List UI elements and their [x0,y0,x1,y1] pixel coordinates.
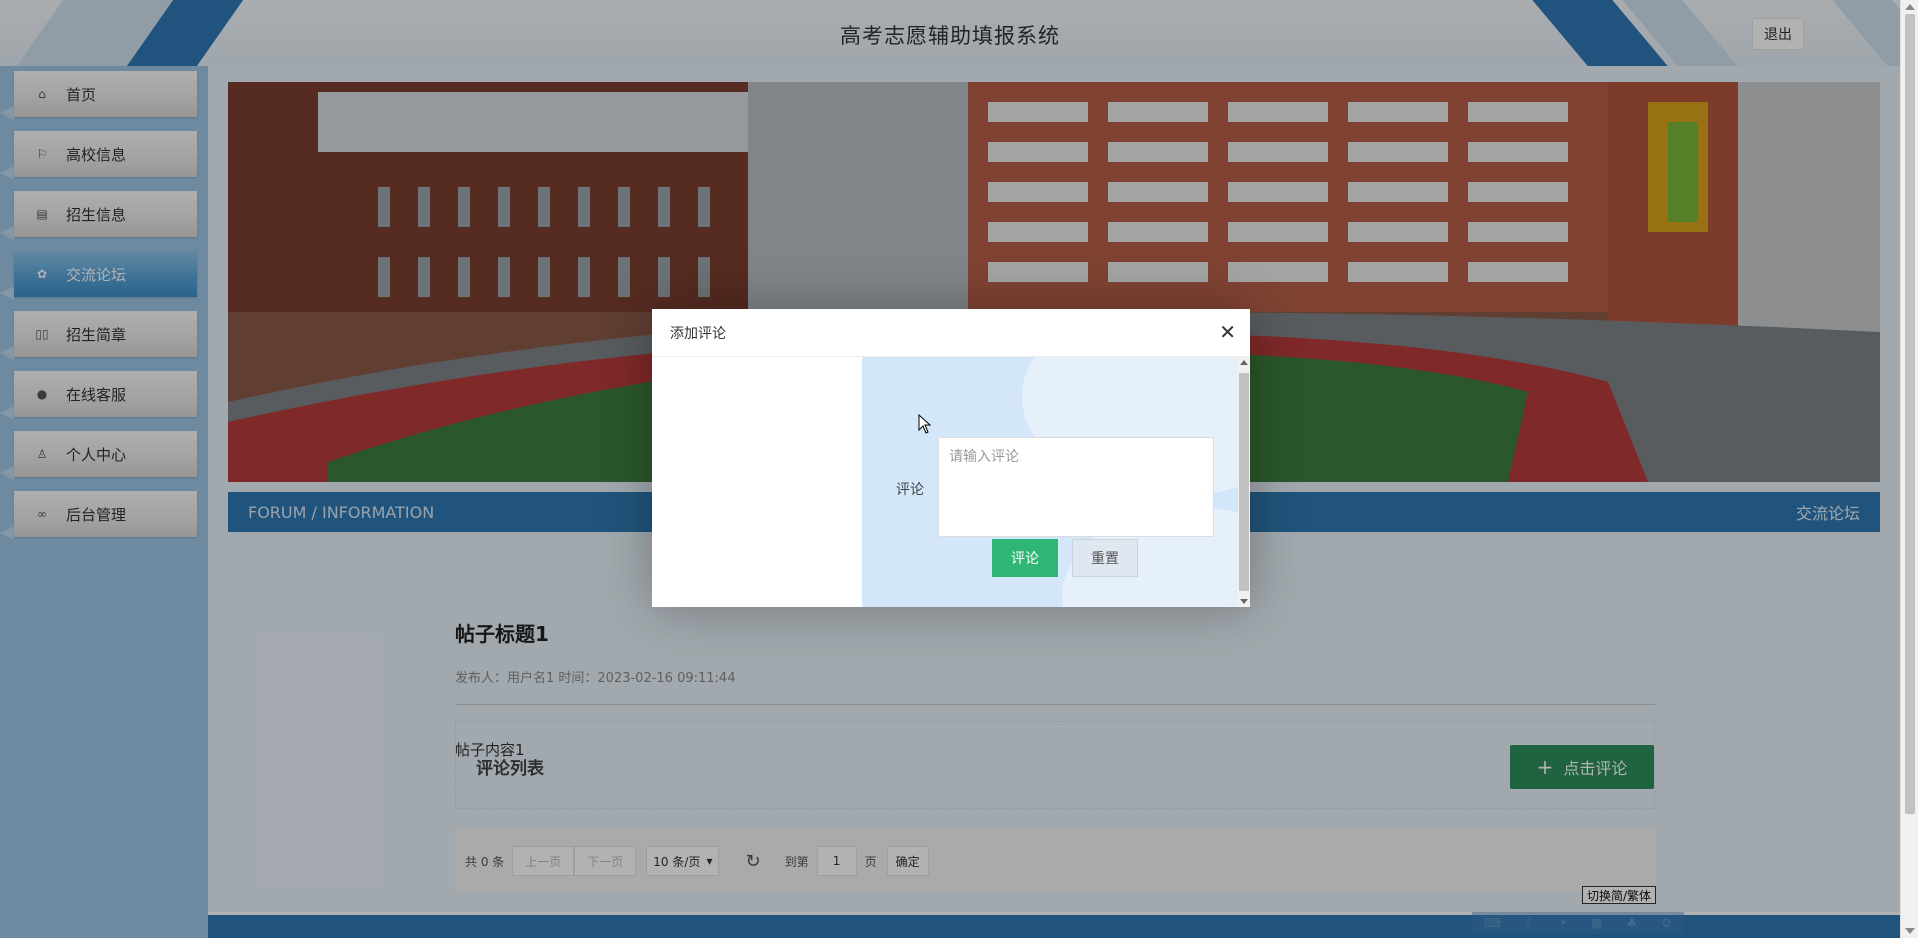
dialog-title: 添加评论 [670,325,726,342]
dialog-scrollbar[interactable] [1238,357,1250,607]
add-comment-dialog: 添加评论 ✕ 评论 请输入评论 评论 重置 [652,309,1250,607]
page-scrollbar[interactable] [1900,0,1918,938]
comment-field-label: 评论 [896,482,924,498]
reset-button[interactable]: 重置 [1072,539,1138,577]
comment-form: 评论 请输入评论 评论 重置 [862,357,1238,607]
scroll-down-icon[interactable] [1240,599,1248,604]
close-icon[interactable]: ✕ [1219,322,1236,342]
scrollbar-thumb[interactable] [1905,14,1915,814]
scroll-up-icon[interactable] [1240,360,1248,365]
scroll-up-icon[interactable] [1905,4,1915,10]
dialog-header: 添加评论 ✕ [652,309,1250,357]
submit-comment-button[interactable]: 评论 [992,539,1058,577]
scrollbar-thumb[interactable] [1239,373,1249,591]
dialog-body: 评论 请输入评论 评论 重置 [652,357,1250,607]
scroll-down-icon[interactable] [1905,928,1915,934]
dialog-left-panel [652,357,862,607]
mouse-cursor-icon [918,413,932,438]
comment-textarea[interactable]: 请输入评论 [938,437,1214,537]
